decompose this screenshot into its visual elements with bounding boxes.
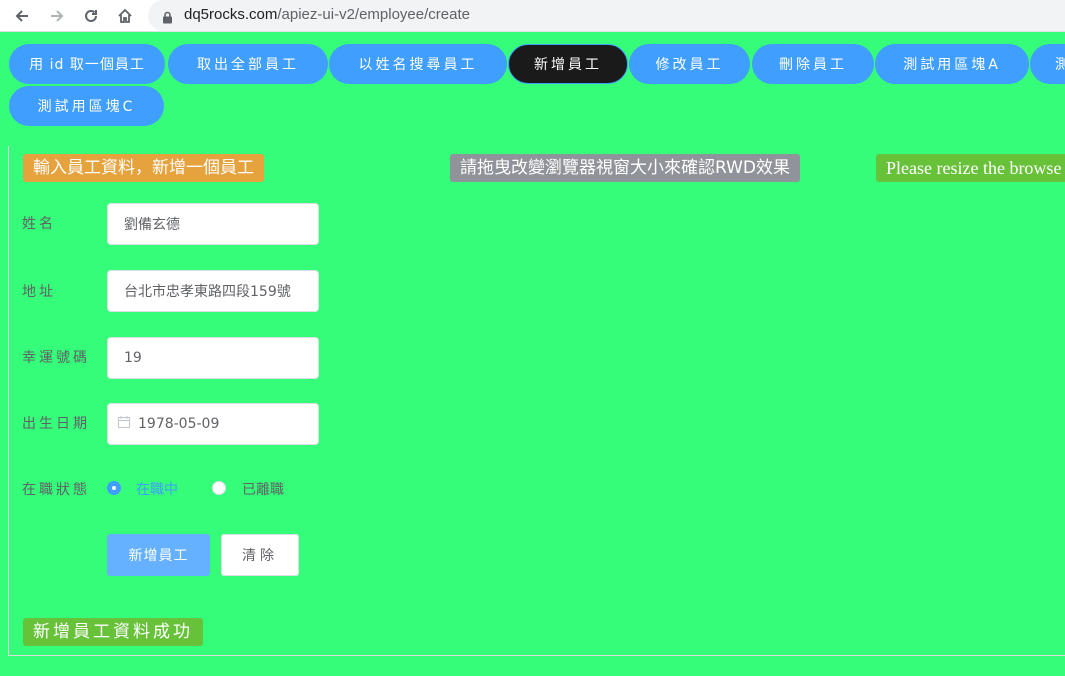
nav-label: 刪除員工 <box>779 57 847 73</box>
name-value: 劉備玄德 <box>124 217 180 233</box>
address-bar[interactable]: dq5rocks.com/apiez-ui-v2/employee/create <box>148 0 1065 31</box>
reload-icon[interactable] <box>79 4 103 28</box>
address-input[interactable]: 台北市忠孝東路四段159號 <box>107 270 319 312</box>
url-path: /apiez-ui-v2/employee/create <box>277 6 470 23</box>
rwd-hint-en-tag: Please resize the browse <box>876 154 1065 182</box>
address-value: 台北市忠孝東路四段159號 <box>124 284 291 300</box>
nav-edit-button[interactable]: 修改員工 <box>629 44 750 84</box>
nav-search-name-button[interactable]: 以姓名搜尋員工 <box>329 44 507 84</box>
nav-test-block-b-button[interactable]: 測 <box>1030 44 1065 84</box>
birth-date-picker[interactable]: 1978-05-09 <box>107 403 319 445</box>
nav-list-all-button[interactable]: 取出全部員工 <box>168 44 328 84</box>
nav-label: 測試用區塊C <box>37 99 136 115</box>
nav-test-block-a-button[interactable]: 測試用區塊A <box>875 44 1029 84</box>
browser-toolbar: dq5rocks.com/apiez-ui-v2/employee/create <box>0 0 1065 32</box>
birth-date-value: 1978-05-09 <box>138 416 220 432</box>
forward-icon[interactable] <box>45 4 69 28</box>
nav-label: 測試用區塊A <box>903 57 1001 73</box>
birth-date-label: 出生日期 <box>22 416 90 432</box>
nav-label: 新增員工 <box>534 57 602 73</box>
create-employee-button[interactable]: 新增員工 <box>107 534 210 576</box>
status-label: 在職狀態 <box>22 482 90 498</box>
home-icon[interactable] <box>113 4 137 28</box>
lucky-number-label: 幸運號碼 <box>22 350 90 366</box>
address-label: 地址 <box>22 284 56 300</box>
status-employed-label[interactable]: 在職中 <box>136 479 178 499</box>
nav-label: 以姓名搜尋員工 <box>358 57 478 73</box>
lucky-number-value: 19 <box>124 350 142 366</box>
url-text: dq5rocks.com/apiez-ui-v2/employee/create <box>184 6 470 23</box>
create-employee-label: 新增員工 <box>128 548 189 564</box>
calendar-icon <box>118 416 130 432</box>
nav-get-by-id-button[interactable]: 用 id 取一個員工 <box>9 44 165 84</box>
form-title-tag: 輸入員工資料，新增一個員工 <box>23 154 264 182</box>
rwd-hint-tag: 請拖曳改變瀏覽器視窗大小來確認RWD效果 <box>450 154 801 182</box>
nav-create-button[interactable]: 新增員工 <box>508 44 628 84</box>
url-host: dq5rocks.com <box>184 6 278 23</box>
nav-label: 修改員工 <box>655 57 724 73</box>
nav-label: 用 id 取一個員工 <box>29 57 145 73</box>
clear-button[interactable]: 清除 <box>221 534 299 576</box>
name-input[interactable]: 劉備玄德 <box>107 203 319 245</box>
nav-delete-button[interactable]: 刪除員工 <box>752 44 874 84</box>
lucky-number-input[interactable]: 19 <box>107 337 319 379</box>
name-label: 姓名 <box>22 216 56 232</box>
nav-label: 測 <box>1055 54 1065 74</box>
clear-label: 清除 <box>242 548 278 564</box>
back-icon[interactable] <box>10 4 34 28</box>
success-message-tag: 新增員工資料成功 <box>23 618 203 646</box>
status-employed-radio[interactable] <box>107 481 121 495</box>
nav-test-block-c-button[interactable]: 測試用區塊C <box>9 86 164 126</box>
status-resigned-label[interactable]: 已離職 <box>242 479 284 499</box>
lock-icon[interactable] <box>162 9 173 28</box>
status-resigned-radio[interactable] <box>212 481 226 495</box>
nav-label: 取出全部員工 <box>197 57 299 73</box>
